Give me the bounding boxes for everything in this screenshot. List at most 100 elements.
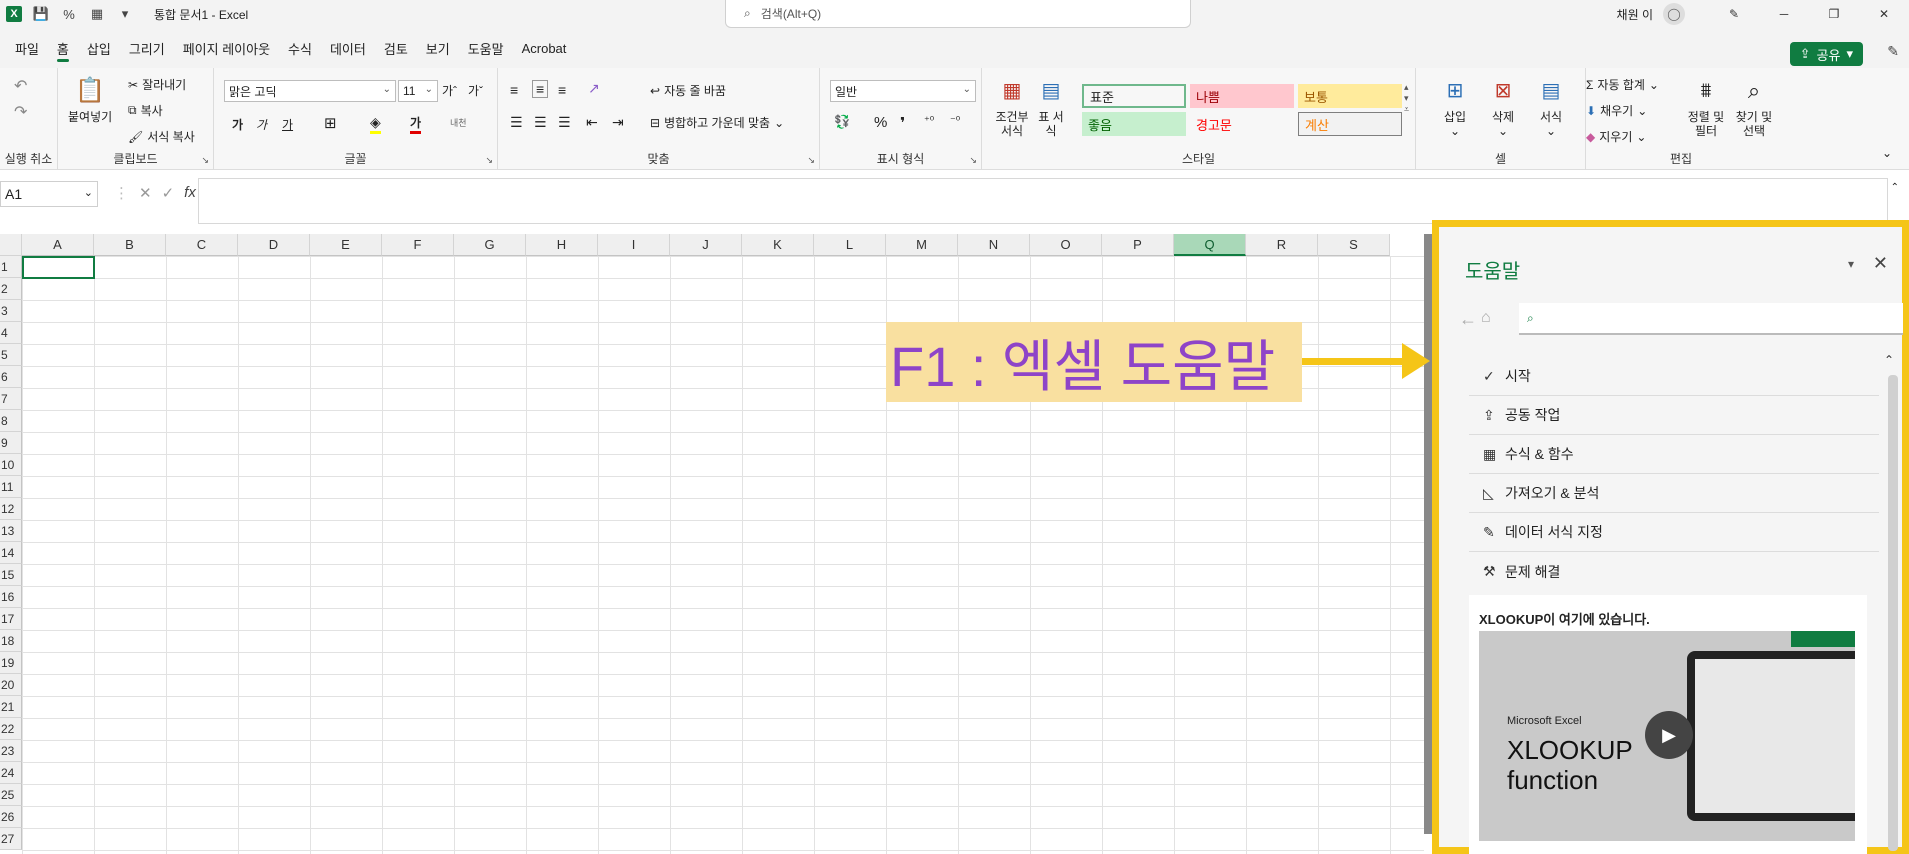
column-header-r[interactable]: R bbox=[1246, 234, 1318, 256]
row-header-17[interactable]: 17 bbox=[0, 608, 22, 630]
row-header-3[interactable]: 3 bbox=[0, 300, 22, 322]
column-header-s[interactable]: S bbox=[1318, 234, 1390, 256]
column-header-c[interactable]: C bbox=[166, 234, 238, 256]
column-header-e[interactable]: E bbox=[310, 234, 382, 256]
restore-button[interactable]: ❐ bbox=[1809, 0, 1859, 28]
font-name-select[interactable]: 맑은 고딕 ⌄ bbox=[224, 80, 396, 102]
minimize-button[interactable]: ─ bbox=[1759, 0, 1809, 28]
column-header-b[interactable]: B bbox=[94, 234, 166, 256]
column-header-l[interactable]: L bbox=[814, 234, 886, 256]
row-header-25[interactable]: 25 bbox=[0, 784, 22, 806]
grow-font-button[interactable]: 가ˆ bbox=[442, 82, 457, 99]
tab-home[interactable]: 홈 bbox=[48, 28, 78, 68]
comment-icon[interactable]: ✎ bbox=[1887, 43, 1899, 60]
row-header-16[interactable]: 16 bbox=[0, 586, 22, 608]
help-topic-formulas[interactable]: ▦ 수식 & 함수 bbox=[1469, 435, 1879, 474]
scrollbar[interactable] bbox=[1888, 375, 1898, 851]
column-header-p[interactable]: P bbox=[1102, 234, 1174, 256]
save-icon[interactable]: 💾 bbox=[32, 5, 50, 23]
clear-button[interactable]: ◆ 지우기 ⌄ bbox=[1586, 128, 1646, 145]
row-header-27[interactable]: 27 bbox=[0, 828, 22, 850]
dialog-launcher-icon[interactable]: ↘ bbox=[969, 155, 977, 166]
row-header-24[interactable]: 24 bbox=[0, 762, 22, 784]
column-header-g[interactable]: G bbox=[454, 234, 526, 256]
close-window-button[interactable]: ✕ bbox=[1859, 0, 1909, 28]
select-all-corner[interactable] bbox=[0, 234, 22, 256]
delete-cells-button[interactable]: ⊠ 삭제 ⌄ bbox=[1488, 76, 1518, 138]
shrink-font-button[interactable]: 가ˇ bbox=[468, 82, 483, 99]
user-name[interactable]: 채원 이 bbox=[1617, 6, 1653, 23]
dialog-launcher-icon[interactable]: ↘ bbox=[201, 155, 209, 166]
scrollbar[interactable] bbox=[1424, 234, 1432, 834]
help-topic-format-data[interactable]: ✎ 데이터 서식 지정 bbox=[1469, 513, 1879, 552]
column-header-f[interactable]: F bbox=[382, 234, 454, 256]
help-topic-start[interactable]: ✓ 시작 bbox=[1469, 357, 1879, 396]
collapse-ribbon-icon[interactable]: ⌄ bbox=[1882, 146, 1892, 160]
autosum-button[interactable]: Σ 자동 합계 ⌄ bbox=[1586, 76, 1659, 93]
insert-function-icon[interactable]: fx bbox=[184, 184, 196, 202]
name-box[interactable]: A1 ⌄ bbox=[0, 181, 98, 207]
paste-button[interactable]: 📋 붙여넣기 bbox=[68, 76, 112, 125]
play-icon[interactable]: ▶ bbox=[1645, 711, 1693, 759]
featured-card[interactable]: XLOOKUP이 여기에 있습니다. Microsoft Excel XLOOK… bbox=[1469, 595, 1867, 854]
row-header-21[interactable]: 21 bbox=[0, 696, 22, 718]
undo-icon[interactable]: ↶ bbox=[14, 76, 27, 96]
row-header-15[interactable]: 15 bbox=[0, 564, 22, 586]
font-size-select[interactable]: 11 ⌄ bbox=[398, 80, 438, 102]
tab-page-layout[interactable]: 페이지 레이아웃 bbox=[174, 28, 279, 68]
row-header-22[interactable]: 22 bbox=[0, 718, 22, 740]
close-icon[interactable]: ✕ bbox=[1873, 253, 1888, 274]
redo-icon[interactable]: ↷ bbox=[14, 102, 27, 122]
row-header-2[interactable]: 2 bbox=[0, 278, 22, 300]
dialog-launcher-icon[interactable]: ↘ bbox=[807, 155, 815, 166]
chevron-down-icon[interactable]: ▾ bbox=[1848, 257, 1854, 271]
cut-button[interactable]: ✂ 잘라내기 bbox=[128, 76, 186, 93]
conditional-format-button[interactable]: ▦ 조건부 서식 bbox=[992, 76, 1032, 138]
tab-formulas[interactable]: 수식 bbox=[279, 28, 321, 68]
align-top-icon[interactable]: ≡ bbox=[510, 82, 518, 98]
number-format-select[interactable]: 일반 ⌄ bbox=[830, 80, 976, 102]
align-right-icon[interactable]: ☰ bbox=[558, 114, 571, 131]
row-header-10[interactable]: 10 bbox=[0, 454, 22, 476]
table-icon[interactable]: ▦ bbox=[88, 5, 106, 23]
tab-acrobat[interactable]: Acrobat bbox=[513, 28, 576, 68]
active-cell[interactable] bbox=[22, 256, 95, 279]
insert-cells-button[interactable]: ⊞ 삽입 ⌄ bbox=[1440, 76, 1470, 138]
formula-input[interactable] bbox=[198, 178, 1888, 224]
video-thumbnail[interactable]: Microsoft Excel XLOOKUP function ▶ bbox=[1479, 631, 1855, 841]
help-topic-collaborate[interactable]: ⇪ 공동 작업 bbox=[1469, 396, 1879, 435]
decrease-decimal-icon[interactable]: ⁻⁰ bbox=[950, 114, 960, 127]
row-header-1[interactable]: 1 bbox=[0, 256, 22, 278]
percent-style-icon[interactable]: % bbox=[874, 114, 887, 131]
row-header-18[interactable]: 18 bbox=[0, 630, 22, 652]
tab-file[interactable]: 파일 bbox=[6, 28, 48, 68]
row-header-13[interactable]: 13 bbox=[0, 520, 22, 542]
style-warning[interactable]: 경고문 bbox=[1190, 112, 1294, 136]
scroll-up-icon[interactable]: ⌃ bbox=[1884, 353, 1894, 367]
tab-review[interactable]: 검토 bbox=[375, 28, 417, 68]
decrease-indent-icon[interactable]: ⇤ bbox=[586, 114, 598, 131]
column-header-d[interactable]: D bbox=[238, 234, 310, 256]
row-header-26[interactable]: 26 bbox=[0, 806, 22, 828]
style-neutral[interactable]: 보통 bbox=[1298, 84, 1402, 108]
increase-indent-icon[interactable]: ⇥ bbox=[612, 114, 624, 131]
copy-button[interactable]: ⧉ 복사 bbox=[128, 102, 163, 119]
align-left-icon[interactable]: ☰ bbox=[510, 114, 523, 131]
wrap-text-button[interactable]: ↩ 자동 줄 바꿈 bbox=[650, 82, 726, 99]
fill-color-icon[interactable]: ◈ bbox=[370, 114, 381, 134]
phonetic-button[interactable]: 내천 bbox=[450, 116, 467, 129]
row-header-4[interactable]: 4 bbox=[0, 322, 22, 344]
row-header-14[interactable]: 14 bbox=[0, 542, 22, 564]
style-bad[interactable]: 나쁨 bbox=[1190, 84, 1294, 108]
column-header-q[interactable]: Q bbox=[1174, 234, 1246, 256]
row-header-7[interactable]: 7 bbox=[0, 388, 22, 410]
column-header-m[interactable]: M bbox=[886, 234, 958, 256]
expand-formula-icon[interactable]: ⌃ bbox=[1891, 182, 1899, 193]
bold-button[interactable]: 가 bbox=[232, 116, 243, 133]
column-header-k[interactable]: K bbox=[742, 234, 814, 256]
font-color-button[interactable]: 가 bbox=[410, 114, 422, 134]
column-header-i[interactable]: I bbox=[598, 234, 670, 256]
row-header-5[interactable]: 5 bbox=[0, 344, 22, 366]
avatar-icon[interactable]: ◯ bbox=[1663, 3, 1685, 25]
orientation-icon[interactable]: ↗ bbox=[588, 80, 600, 97]
